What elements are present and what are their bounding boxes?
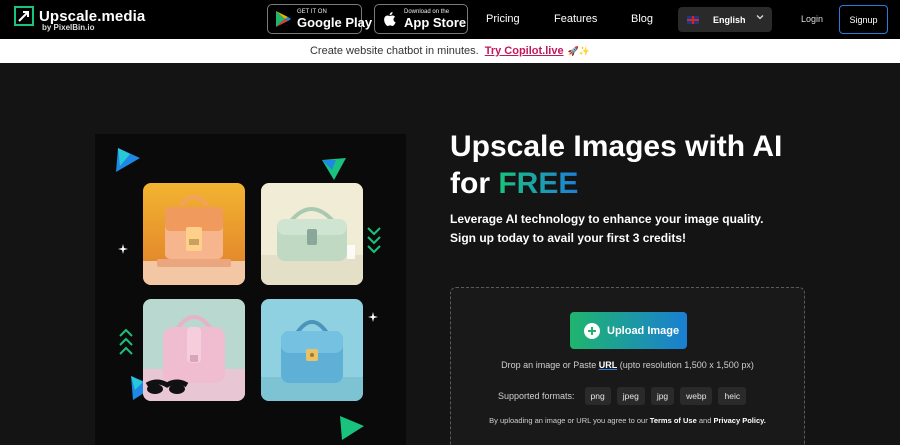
sample-image-mint-bag xyxy=(261,183,363,285)
sample-image-orange-bag xyxy=(143,183,245,285)
upload-dropzone[interactable]: Upload Image Drop an image or Paste URL … xyxy=(450,287,805,445)
upload-button-label: Upload Image xyxy=(607,324,680,337)
format-badge: heic xyxy=(718,387,747,405)
sample-image-blue-bag xyxy=(261,299,363,401)
decor-triangle-icon xyxy=(322,158,346,180)
sparkle-icon xyxy=(118,244,128,254)
hero-title-free: FREE xyxy=(498,167,579,200)
showcase-image-grid xyxy=(95,134,406,445)
privacy-policy-link[interactable]: Privacy Policy. xyxy=(713,416,765,425)
promo-banner: Create website chatbot in minutes. Try C… xyxy=(0,39,900,63)
plus-circle-icon xyxy=(584,322,600,339)
format-badge: jpg xyxy=(650,387,675,405)
upload-image-button[interactable]: Upload Image xyxy=(570,312,687,349)
language-selector[interactable]: English xyxy=(678,7,772,32)
banner-emoji: 🚀✨ xyxy=(567,45,591,56)
sample-image-pink-bag xyxy=(143,299,245,401)
terms-of-use-link[interactable]: Terms of Use xyxy=(650,416,697,425)
hero-subtitle: Leverage AI technology to enhance your i… xyxy=(450,212,764,245)
drop-suffix: (upto resolution 1,500 x 1,500 px) xyxy=(617,360,754,370)
uk-flag-icon xyxy=(687,15,699,24)
sparkle-icon xyxy=(368,312,378,322)
top-navbar: Upscale.media by PixelBin.io GET IT ON G… xyxy=(0,0,900,39)
chevrons-up-icon xyxy=(119,328,133,355)
google-play-button[interactable]: GET IT ON Google Play xyxy=(267,4,372,34)
signup-button[interactable]: Signup xyxy=(839,5,888,34)
terms-notice: By uploading an image or URL you agree t… xyxy=(451,416,804,425)
nav-pricing[interactable]: Pricing xyxy=(486,13,520,25)
format-badge: jpeg xyxy=(616,387,645,405)
chevrons-down-icon xyxy=(367,227,381,254)
app-store-button[interactable]: Download on the App Store xyxy=(374,4,468,34)
banner-link[interactable]: Try Copilot.live xyxy=(485,45,564,57)
drop-instructions: Drop an image or Paste URL (upto resolut… xyxy=(451,360,804,370)
google-play-label: Google Play xyxy=(297,15,373,30)
terms-prefix: By uploading an image or URL you agree t… xyxy=(489,416,650,425)
formats-label: Supported formats: xyxy=(498,391,575,401)
paste-url-link[interactable]: URL xyxy=(599,360,618,370)
hero-title: Upscale Images with AI for FREE xyxy=(450,128,870,202)
drop-prefix: Drop an image or Paste xyxy=(501,360,599,370)
format-badge: webp xyxy=(680,387,713,405)
logo-subtitle: by PixelBin.io xyxy=(42,23,95,32)
terms-and: and xyxy=(696,416,714,425)
format-badge: png xyxy=(584,387,611,405)
chevron-down-icon xyxy=(756,15,764,20)
google-play-icon xyxy=(276,11,291,27)
language-label: English xyxy=(713,14,746,25)
decor-triangle-icon xyxy=(116,148,140,172)
app-store-label: App Store xyxy=(404,15,467,30)
logo-title: Upscale.media xyxy=(39,7,146,25)
hero-title-for: for xyxy=(450,167,499,200)
banner-text: Create website chatbot in minutes. xyxy=(309,45,479,57)
login-link[interactable]: Login xyxy=(801,14,823,24)
decor-triangle-icon xyxy=(340,416,364,440)
supported-formats: Supported formats: png jpeg jpg webp hei… xyxy=(498,387,747,405)
hero-title-line1: Upscale Images with AI xyxy=(450,130,783,163)
upscale-logo-icon xyxy=(14,6,34,26)
nav-features[interactable]: Features xyxy=(554,13,597,25)
apple-icon xyxy=(384,12,396,27)
nav-blog[interactable]: Blog xyxy=(631,13,653,25)
